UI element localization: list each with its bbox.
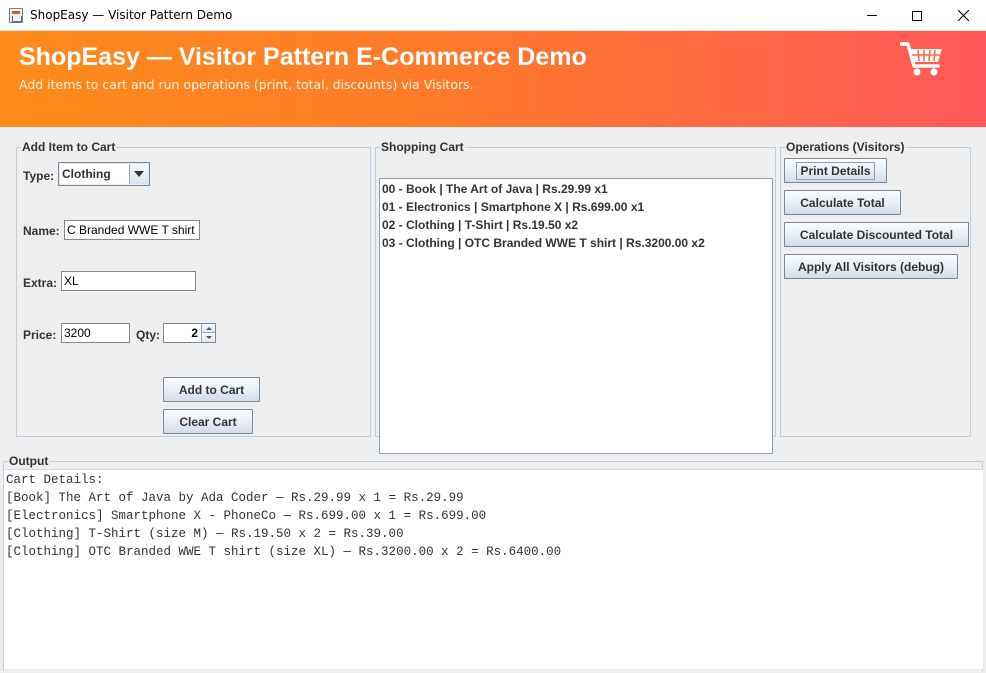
list-item[interactable]: 03 - Clothing | OTC Branded WWE T shirt … xyxy=(382,236,705,250)
minimize-button[interactable] xyxy=(849,0,895,31)
qty-decrement-button[interactable] xyxy=(201,333,215,342)
arrow-down-icon xyxy=(205,336,212,339)
output-line: [Clothing] OTC Branded WWE T shirt (size… xyxy=(6,545,562,559)
qty-increment-button[interactable] xyxy=(201,324,215,333)
print-details-label: Print Details xyxy=(796,161,875,180)
type-combo-value: Clothing xyxy=(60,164,130,184)
qty-label: Qty: xyxy=(136,328,160,342)
chevron-down-icon[interactable] xyxy=(129,164,148,184)
output-group-label: Output xyxy=(8,454,50,468)
list-item[interactable]: 00 - Book | The Art of Java | Rs.29.99 x… xyxy=(382,182,608,196)
minimize-icon xyxy=(867,15,877,16)
header-subtitle: Add items to cart and run operations (pr… xyxy=(19,77,474,92)
extra-label: Extra: xyxy=(23,276,58,290)
output-line: [Book] The Art of Java by Ada Coder — Rs… xyxy=(6,491,464,505)
calculate-discounted-total-button[interactable]: Calculate Discounted Total xyxy=(784,222,969,247)
type-combo[interactable]: Clothing xyxy=(58,162,150,186)
apply-all-visitors-button[interactable]: Apply All Visitors (debug) xyxy=(784,254,958,279)
java-app-icon xyxy=(9,8,23,23)
price-field[interactable]: 3200 xyxy=(61,323,130,343)
print-details-button[interactable]: Print Details xyxy=(784,158,887,183)
qty-value: 2 xyxy=(191,326,198,340)
window-title: ShopEasy — Visitor Pattern Demo xyxy=(30,8,233,22)
close-button[interactable] xyxy=(940,0,986,31)
output-line: [Electronics] Smartphone X - PhoneCo — R… xyxy=(6,509,487,523)
arrow-up-icon xyxy=(205,326,212,330)
qty-stepper[interactable]: 2 xyxy=(163,323,216,343)
output-line: [Clothing] T-Shirt (size M) — Rs.19.50 x… xyxy=(6,527,404,541)
calculate-total-button[interactable]: Calculate Total xyxy=(784,190,901,215)
list-item[interactable]: 02 - Clothing | T-Shirt | Rs.19.50 x2 xyxy=(382,218,578,232)
main-content: Add Item to Cart Type: Clothing Name: C … xyxy=(0,127,986,673)
add-item-group: Add Item to Cart Type: Clothing Name: C … xyxy=(16,140,371,437)
name-label: Name: xyxy=(23,224,60,238)
output-line: Cart Details: xyxy=(6,473,104,487)
operations-group-label: Operations (Visitors) xyxy=(785,140,906,154)
shopping-cart-icon xyxy=(900,42,942,76)
clear-cart-button[interactable]: Clear Cart xyxy=(163,409,253,434)
maximize-button[interactable] xyxy=(894,0,940,31)
maximize-icon xyxy=(912,10,922,21)
output-text-area[interactable]: Cart Details: [Book] The Art of Java by … xyxy=(4,469,983,669)
shopping-cart-group-label: Shopping Cart xyxy=(380,140,465,154)
cart-item-list[interactable]: 00 - Book | The Art of Java | Rs.29.99 x… xyxy=(379,178,773,454)
window-title-bar: ShopEasy — Visitor Pattern Demo xyxy=(0,0,986,31)
extra-field[interactable]: XL xyxy=(61,271,196,291)
list-item[interactable]: 01 - Electronics | Smartphone X | Rs.699… xyxy=(382,200,644,214)
type-label: Type: xyxy=(23,169,55,183)
name-field[interactable]: C Branded WWE T shirt xyxy=(64,220,200,240)
header-banner: ShopEasy — Visitor Pattern E-Commerce De… xyxy=(0,31,986,127)
close-icon xyxy=(957,10,969,21)
add-item-group-label: Add Item to Cart xyxy=(21,140,117,154)
add-to-cart-button[interactable]: Add to Cart xyxy=(163,377,260,402)
header-title: ShopEasy — Visitor Pattern E-Commerce De… xyxy=(19,43,587,71)
shopping-cart-group: Shopping Cart 00 - Book | The Art of Jav… xyxy=(375,140,776,454)
price-label: Price: xyxy=(23,328,57,342)
operations-group: Operations (Visitors) Print Details Calc… xyxy=(780,140,971,437)
